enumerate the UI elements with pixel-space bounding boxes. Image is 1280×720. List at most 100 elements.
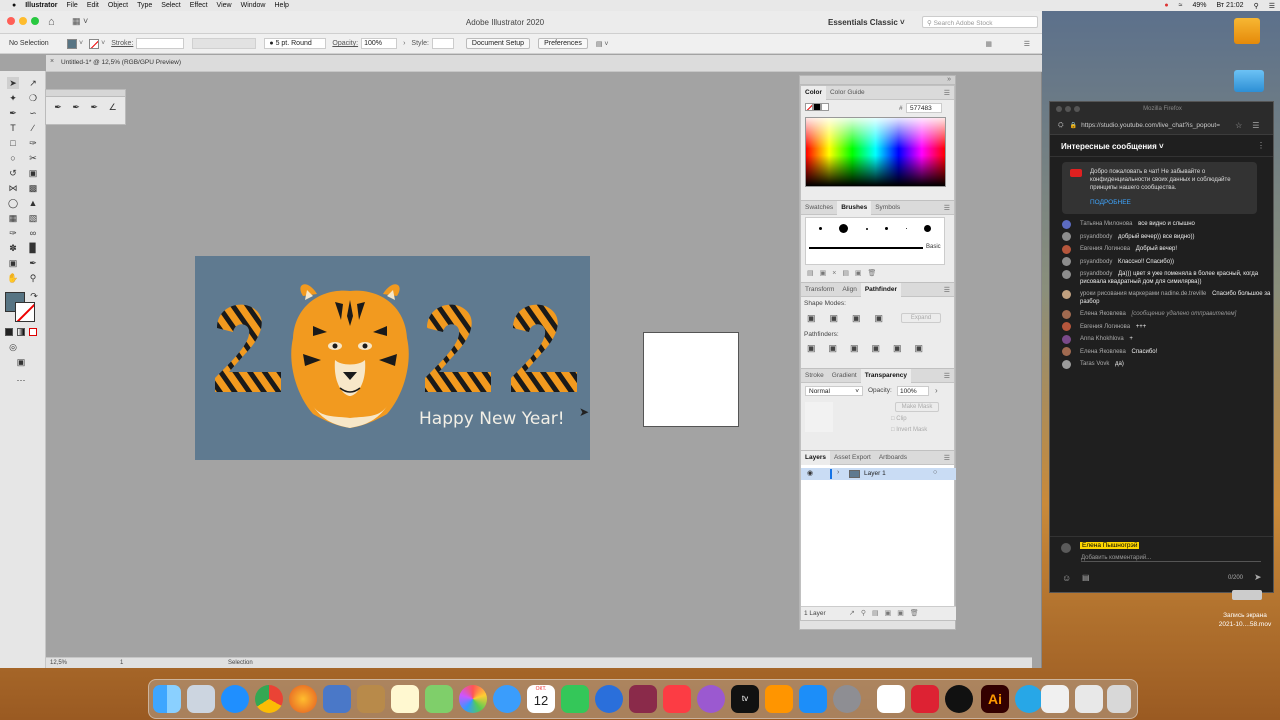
folder-app-icon[interactable] <box>357 685 385 713</box>
chat-message[interactable]: psyandbody Классно!! Спасибо)) <box>1050 256 1273 269</box>
app-icon-1[interactable] <box>877 685 905 713</box>
fill-swatch[interactable] <box>67 38 77 49</box>
music-icon[interactable] <box>663 685 691 713</box>
clock[interactable]: Вт 21:02 <box>1216 2 1243 9</box>
app-store-icon[interactable] <box>799 685 827 713</box>
pathfinder-buttons[interactable]: ▣▣▣▣▣▣ <box>807 343 936 354</box>
gradient-tool-icon[interactable]: ▧ <box>27 212 39 224</box>
document-tab[interactable]: Untitled-1* @ 12,5% (RGB/GPU Preview) <box>61 59 181 66</box>
recording-file-icon[interactable] <box>1232 590 1262 600</box>
tab-artboards[interactable]: Artboards <box>875 451 911 465</box>
books-icon[interactable] <box>765 685 793 713</box>
downloads-stack-icon[interactable] <box>1041 685 1069 713</box>
shield-icon[interactable]: ⛭ <box>1058 122 1064 130</box>
style-swatch[interactable] <box>431 38 454 49</box>
desktop-folder-orange-icon[interactable] <box>1234 18 1260 44</box>
layer-row[interactable]: ◉ › Layer 1 ○ <box>801 468 956 480</box>
opacity-arrow-icon[interactable]: › <box>403 40 405 47</box>
recording-file-label[interactable]: Запись экрана 2021-10....58.mov <box>1212 611 1278 629</box>
artboard-blank[interactable] <box>643 332 739 427</box>
brush-dot-large[interactable] <box>839 224 849 233</box>
chat-message[interactable]: Елена Яковлева Спасибо! <box>1050 346 1273 359</box>
black-swatch[interactable] <box>813 103 821 111</box>
hex-input[interactable]: 577483 <box>906 103 942 113</box>
workspace-menu[interactable]: Essentials Classic ˅ <box>828 18 905 27</box>
apple-icon[interactable]: ● <box>12 2 16 9</box>
brush-dot-small-2[interactable] <box>885 227 889 230</box>
menu-type[interactable]: Type <box>137 2 152 9</box>
maps-icon[interactable] <box>425 685 453 713</box>
brush-dot-medium[interactable] <box>924 225 932 232</box>
control-center-icon[interactable]: ☰ <box>1269 2 1275 10</box>
tab-brushes[interactable]: Brushes <box>837 200 872 215</box>
scissors-tool-icon[interactable]: ✂ <box>27 152 39 164</box>
url-field[interactable]: https://studio.youtube.com/live_chat?is_… <box>1081 122 1231 129</box>
color-spectrum[interactable] <box>805 117 946 187</box>
menu-app-name[interactable]: Illustrator <box>25 2 57 9</box>
firefox-icon[interactable] <box>289 685 317 713</box>
rectangle-tool-icon[interactable]: □ <box>7 137 19 149</box>
edit-toolbar-icon[interactable]: ⋯ <box>15 374 27 386</box>
emoji-icon[interactable]: ☺ <box>1062 573 1071 583</box>
brush-dot-small[interactable] <box>818 227 822 230</box>
tab-color-guide[interactable]: Color Guide <box>826 86 869 100</box>
target-icon[interactable]: ○ <box>933 469 937 476</box>
chat-message[interactable]: Taras Vovk да) <box>1050 358 1273 371</box>
graph-tool-icon[interactable]: ▉ <box>27 242 39 254</box>
tab-layers[interactable]: Layers <box>801 450 830 465</box>
send-icon[interactable]: ➤ <box>1254 572 1262 583</box>
tab-align[interactable]: Align <box>838 283 860 297</box>
chrome-icon[interactable] <box>255 685 283 713</box>
menu-file[interactable]: File <box>67 2 78 9</box>
desktop-folder-blue-icon[interactable] <box>1234 70 1264 92</box>
add-anchor-icon[interactable]: ✒ <box>72 102 80 113</box>
expand-layer-icon[interactable]: › <box>837 469 839 476</box>
mesh-tool-icon[interactable]: ▦ <box>7 212 19 224</box>
width-tool-icon[interactable]: ⋈ <box>7 182 19 194</box>
menu-view[interactable]: View <box>217 2 232 9</box>
shape-builder-tool-icon[interactable]: ◯ <box>7 197 19 209</box>
type-tool-icon[interactable]: T <box>7 122 19 134</box>
opacity-slider-arrow-icon[interactable]: › <box>935 386 938 395</box>
close-tab-icon[interactable]: × <box>50 58 54 65</box>
menu-edit[interactable]: Edit <box>87 2 99 9</box>
symbol-sprayer-tool-icon[interactable]: ✽ <box>7 242 19 254</box>
podcasts-icon[interactable] <box>697 685 725 713</box>
tab-color[interactable]: Color <box>801 85 826 100</box>
arrange-documents-icon[interactable]: ▤ ˅ <box>596 40 609 48</box>
menu-select[interactable]: Select <box>161 2 180 9</box>
pathfinder-panel-menu-icon[interactable]: ☰ <box>944 286 950 294</box>
telegram-icon[interactable] <box>1015 685 1043 713</box>
stroke-swatch[interactable] <box>89 38 100 49</box>
battery-percent[interactable]: 49% <box>1192 2 1206 9</box>
scale-tool-icon[interactable]: ▣ <box>27 167 39 179</box>
eye-icon[interactable]: ◉ <box>807 469 813 477</box>
hand-tool-icon[interactable]: ✋ <box>7 272 19 284</box>
none-mode-icon[interactable] <box>29 328 37 336</box>
ff-menu-icon[interactable]: ☰ <box>1252 121 1259 130</box>
layers-footer-buttons[interactable]: ↗⚲▤▣▣🗑 <box>849 609 925 617</box>
transparency-panel-menu-icon[interactable]: ☰ <box>944 372 950 380</box>
layers-panel-menu-icon[interactable]: ☰ <box>944 454 950 462</box>
swap-colors-icon[interactable]: ↷ <box>28 290 40 302</box>
brush-dot-micro[interactable] <box>905 228 907 229</box>
chat-message[interactable]: psyandbody добрый вечер)) все видно)) <box>1050 231 1273 244</box>
tab-transparency[interactable]: Transparency <box>860 368 912 383</box>
photos-icon[interactable] <box>459 685 487 713</box>
tab-gradient[interactable]: Gradient <box>828 369 861 383</box>
slice-tool-icon[interactable]: ✒ <box>27 257 39 269</box>
transparency-opacity-field[interactable]: 100% <box>897 386 929 396</box>
draw-mode-icon[interactable]: ◎ <box>7 341 19 353</box>
status-mode[interactable]: Selection <box>228 660 253 666</box>
quicktime-icon[interactable] <box>595 685 623 713</box>
stroke-dropdown-icon[interactable]: ˅ <box>101 40 105 47</box>
perspective-tool-icon[interactable]: ▲ <box>27 197 39 209</box>
tab-swatches[interactable]: Swatches <box>801 201 837 215</box>
stroke-weight-field[interactable] <box>136 38 185 49</box>
zoom-level[interactable]: 12,5% <box>50 660 67 666</box>
pen-tool-icon[interactable]: ✒ <box>7 107 19 119</box>
variable-width-profile[interactable] <box>192 38 257 49</box>
preferences-button[interactable]: Preferences <box>538 38 588 49</box>
learn-more-link[interactable]: ПОДРОБНЕЕ <box>1090 199 1131 206</box>
chat-message[interactable]: Татьяна Милонова все видно и слышно <box>1050 218 1273 231</box>
